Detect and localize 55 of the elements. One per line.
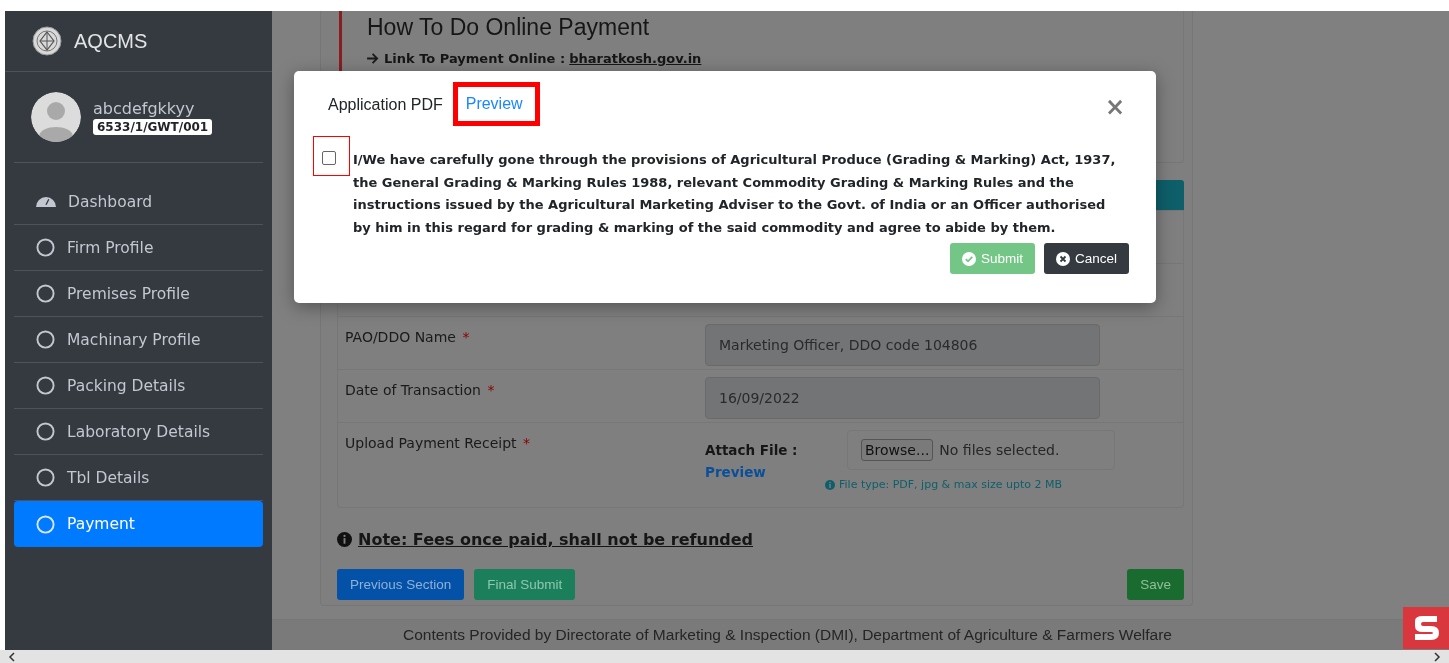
- declaration-text: I/We have carefully gone through the provisions of Agricultural Produce (Grading & Marking) Act, 1937, the General Grading & Marking Rules 1988, relevant Commodity Grading & Marking Rules and the instructions issued by the Agricultural Marketing Adviser to the Govt. of India or an Officer authorised by him in this regard for grading & marking of the said commodity and agree to abide by them.: [353, 151, 1117, 237]
- scroll-left-icon[interactable]: [8, 651, 16, 662]
- dialog-title: Application PDF: [328, 95, 443, 114]
- sidebar-item[interactable]: Premises Profile: [14, 271, 263, 317]
- file-status: No files selected.: [939, 442, 1060, 458]
- close-button[interactable]: ×: [1100, 92, 1129, 121]
- footer-text: Contents Provided by Directorate of Marketing & Inspection (DMI), Department of Agriculture & Farmers Welfare: [403, 626, 1172, 644]
- field-label: Date of Transaction: [345, 382, 481, 398]
- circle-icon: [36, 422, 55, 441]
- circle-icon: [36, 238, 55, 257]
- preview-link[interactable]: Preview: [452, 81, 540, 126]
- user-code-badge: 6533/1/GWT/001: [93, 119, 213, 135]
- check-circle-icon: [961, 251, 976, 266]
- gauge-icon: [36, 196, 56, 207]
- section-heading: How To Do Online Payment: [367, 14, 651, 41]
- sidebar-item[interactable]: Laboratory Details: [14, 409, 263, 455]
- field-label: Upload Payment Receipt: [345, 435, 517, 451]
- avatar-icon: [31, 92, 81, 142]
- attach-label: Attach File :: [705, 442, 799, 458]
- payment-link[interactable]: bharatkosh.gov.in: [569, 51, 702, 66]
- file-hint: File type: PDF, jpg & max size upto 2 MB: [839, 478, 1062, 491]
- sidebar-item[interactable]: Firm Profile: [14, 225, 263, 271]
- action-button[interactable]: Final Submit: [474, 569, 576, 600]
- logo-icon[interactable]: [1403, 607, 1449, 649]
- sidebar-item[interactable]: Machinary Profile: [14, 317, 263, 363]
- user-name: abcdefgkkyy: [93, 99, 196, 118]
- circle-icon: [36, 376, 55, 395]
- sidebar-item[interactable]: Payment: [14, 501, 263, 547]
- save-button[interactable]: Save: [1127, 569, 1184, 600]
- sidebar-item[interactable]: Dashboard: [14, 179, 263, 225]
- required-mark: *: [523, 435, 530, 451]
- emblem-icon: [32, 26, 62, 56]
- circle-icon: [36, 330, 55, 349]
- close-circle-icon: [1055, 251, 1070, 266]
- cancel-button[interactable]: Cancel: [1043, 243, 1129, 275]
- file-input[interactable]: Browse... No files selected.: [847, 430, 1115, 470]
- required-mark: *: [462, 329, 470, 345]
- link-label: Link To Payment Online :: [384, 51, 566, 66]
- circle-icon: [36, 468, 55, 487]
- arrow-icon: [367, 53, 380, 64]
- text-field[interactable]: Marketing Officer, DDO code 104806: [705, 324, 1100, 366]
- brand-name: AQCMS: [74, 29, 148, 53]
- action-button[interactable]: Previous Section: [337, 569, 465, 600]
- text-field[interactable]: 16/09/2022: [705, 377, 1100, 419]
- circle-icon: [36, 284, 55, 303]
- field-label: PAO/DDO Name: [345, 329, 456, 345]
- circle-icon: [36, 514, 55, 534]
- sidebar-item[interactable]: Packing Details: [14, 363, 263, 409]
- browse-button[interactable]: Browse...: [861, 439, 934, 461]
- required-mark: *: [487, 382, 495, 398]
- scroll-right-icon[interactable]: [1433, 651, 1441, 662]
- info-icon: [825, 479, 835, 490]
- info-icon: [337, 532, 352, 547]
- refund-note: Note: Fees once paid, shall not be refunded: [358, 530, 754, 549]
- agree-checkbox[interactable]: [322, 151, 336, 165]
